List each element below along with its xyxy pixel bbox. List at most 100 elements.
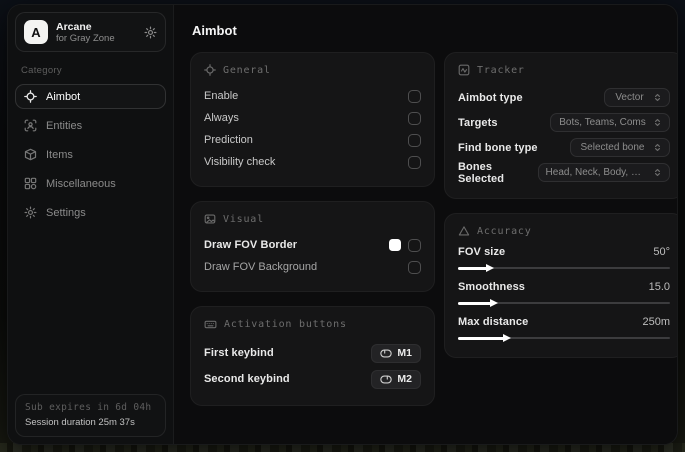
setting-label: Find bone type <box>458 141 538 154</box>
fov-border-color-swatch[interactable] <box>389 239 401 251</box>
slider-thumb[interactable] <box>502 333 511 342</box>
enable-checkbox[interactable] <box>408 89 421 103</box>
right-column: Tracker Aimbot type Vector Targets Bots,… <box>444 52 677 358</box>
second-keybind-button[interactable]: M2 <box>371 369 421 389</box>
prediction-checkbox[interactable] <box>408 133 421 147</box>
main-content: Aimbot General Enable Always Prediction … <box>174 5 677 444</box>
slider-max-distance: Max distance 250m <box>458 316 670 342</box>
card-title-accuracy: Accuracy <box>477 225 532 237</box>
setting-row-aimbot-type: Aimbot type Vector <box>458 85 670 110</box>
keyboard-icon <box>204 318 217 331</box>
setting-label: Always <box>204 112 239 124</box>
slider-value: 50° <box>653 246 670 258</box>
sidebar-item-entities[interactable]: Entities <box>15 113 166 138</box>
setting-row-visibility-check: Visibility check <box>204 151 421 173</box>
fov-size-slider[interactable] <box>458 263 670 272</box>
keybind-value: M1 <box>397 347 412 359</box>
setting-label: First keybind <box>204 347 274 359</box>
slider-value: 15.0 <box>648 281 670 293</box>
visual-card: Visual Draw FOV Border Draw FOV Backgrou… <box>190 201 435 292</box>
general-card: General Enable Always Prediction Visibil… <box>190 52 435 187</box>
setting-row-draw-fov-background: Draw FOV Background <box>204 256 421 278</box>
sub-expiry-text: Sub expires in 6d 04h <box>25 402 152 413</box>
setting-row-always: Always <box>204 107 421 129</box>
gear-icon[interactable] <box>144 26 157 39</box>
sidebar-item-items[interactable]: Items <box>15 142 166 167</box>
sidebar-item-label: Miscellaneous <box>46 177 116 190</box>
setting-label: Draw FOV Background <box>204 261 318 273</box>
first-keybind-button[interactable]: M1 <box>371 343 421 363</box>
slider-label: Max distance <box>458 316 529 328</box>
sidebar-item-settings[interactable]: Settings <box>15 200 166 225</box>
slider-smoothness: Smoothness 15.0 <box>458 281 670 307</box>
draw-fov-border-checkbox[interactable] <box>408 238 421 252</box>
desktop-background: A Arcane for Gray Zone Category Aimbot E… <box>0 0 685 452</box>
setting-row-draw-fov-border: Draw FOV Border <box>204 234 421 256</box>
keybind-value: M2 <box>397 373 412 385</box>
find-bone-type-dropdown[interactable]: Selected bone <box>570 138 670 157</box>
always-checkbox[interactable] <box>408 111 421 125</box>
setting-row-second-keybind: Second keybind M2 <box>204 366 421 392</box>
setting-row-bones-selected: Bones Selected Head, Neck, Body, Pe.. <box>458 160 670 185</box>
page-title: Aimbot <box>192 23 237 38</box>
slider-fov-size: FOV size 50° <box>458 246 670 272</box>
activation-buttons-card: Activation buttons First keybind M1 Seco… <box>190 306 435 406</box>
setting-label: Targets <box>458 116 498 129</box>
card-title-activation: Activation buttons <box>224 319 347 330</box>
tracker-card: Tracker Aimbot type Vector Targets Bots,… <box>444 52 677 199</box>
mouse-icon <box>380 375 393 384</box>
setting-row-prediction: Prediction <box>204 129 421 151</box>
mouse-icon <box>380 349 393 358</box>
max-distance-slider[interactable] <box>458 333 670 342</box>
chevron-up-down-icon <box>653 143 662 152</box>
setting-label: Enable <box>204 90 239 102</box>
triangle-icon <box>458 225 470 237</box>
dropdown-value: Head, Neck, Body, Pe.. <box>545 167 647 178</box>
chevron-up-down-icon <box>653 118 662 127</box>
app-title: Arcane <box>56 20 92 33</box>
slider-value: 250m <box>642 316 670 328</box>
chevron-up-down-icon <box>653 168 662 177</box>
setting-row-targets: Targets Bots, Teams, Coms <box>458 110 670 135</box>
logo-letter: A <box>31 24 41 40</box>
targets-dropdown[interactable]: Bots, Teams, Coms <box>550 113 670 132</box>
bones-selected-dropdown[interactable]: Head, Neck, Body, Pe.. <box>537 163 670 182</box>
sidebar-item-label: Settings <box>46 206 86 219</box>
gear-icon <box>24 206 37 219</box>
smoothness-slider[interactable] <box>458 298 670 307</box>
setting-label: Aimbot type <box>458 91 523 104</box>
crosshair-icon <box>204 64 216 76</box>
app-logo: A <box>24 20 48 44</box>
sidebar-item-label: Items <box>46 148 73 161</box>
slider-thumb[interactable] <box>485 263 494 272</box>
card-title-general: General <box>223 64 271 76</box>
setting-row-find-bone-type: Find bone type Selected bone <box>458 135 670 160</box>
app-logo-card: A Arcane for Gray Zone <box>15 12 166 52</box>
package-icon <box>24 148 37 161</box>
dropdown-value: Bots, Teams, Coms <box>559 117 646 128</box>
sidebar-item-aimbot[interactable]: Aimbot <box>15 84 166 109</box>
setting-label: Visibility check <box>204 156 276 168</box>
sidebar-item-label: Entities <box>46 119 83 132</box>
draw-fov-background-checkbox[interactable] <box>408 260 421 274</box>
subscription-info-card: Sub expires in 6d 04h Session duration 2… <box>15 394 166 437</box>
sidebar-item-miscellaneous[interactable]: Miscellaneous <box>15 171 166 196</box>
slider-thumb[interactable] <box>489 298 498 307</box>
accuracy-card: Accuracy FOV size 50° Smoothness 15.0 Ma… <box>444 213 677 358</box>
slider-label: Smoothness <box>458 281 526 293</box>
aimbot-type-dropdown[interactable]: Vector <box>604 88 670 107</box>
dropdown-value: Selected bone <box>580 142 645 153</box>
slider-label: FOV size <box>458 246 506 258</box>
setting-row-first-keybind: First keybind M1 <box>204 340 421 366</box>
setting-row-enable: Enable <box>204 85 421 107</box>
activity-icon <box>458 64 470 76</box>
visibility-check-checkbox[interactable] <box>408 155 421 169</box>
sidebar: A Arcane for Gray Zone Category Aimbot E… <box>8 5 174 444</box>
sidebar-nav: Aimbot Entities Items Miscellaneous Sett… <box>15 84 166 225</box>
card-title-tracker: Tracker <box>477 64 525 76</box>
session-duration-text: Session duration 25m 37s <box>25 417 135 428</box>
category-label: Category <box>21 65 62 76</box>
app-subtitle: for Gray Zone <box>56 32 115 44</box>
person-scan-icon <box>24 119 37 132</box>
